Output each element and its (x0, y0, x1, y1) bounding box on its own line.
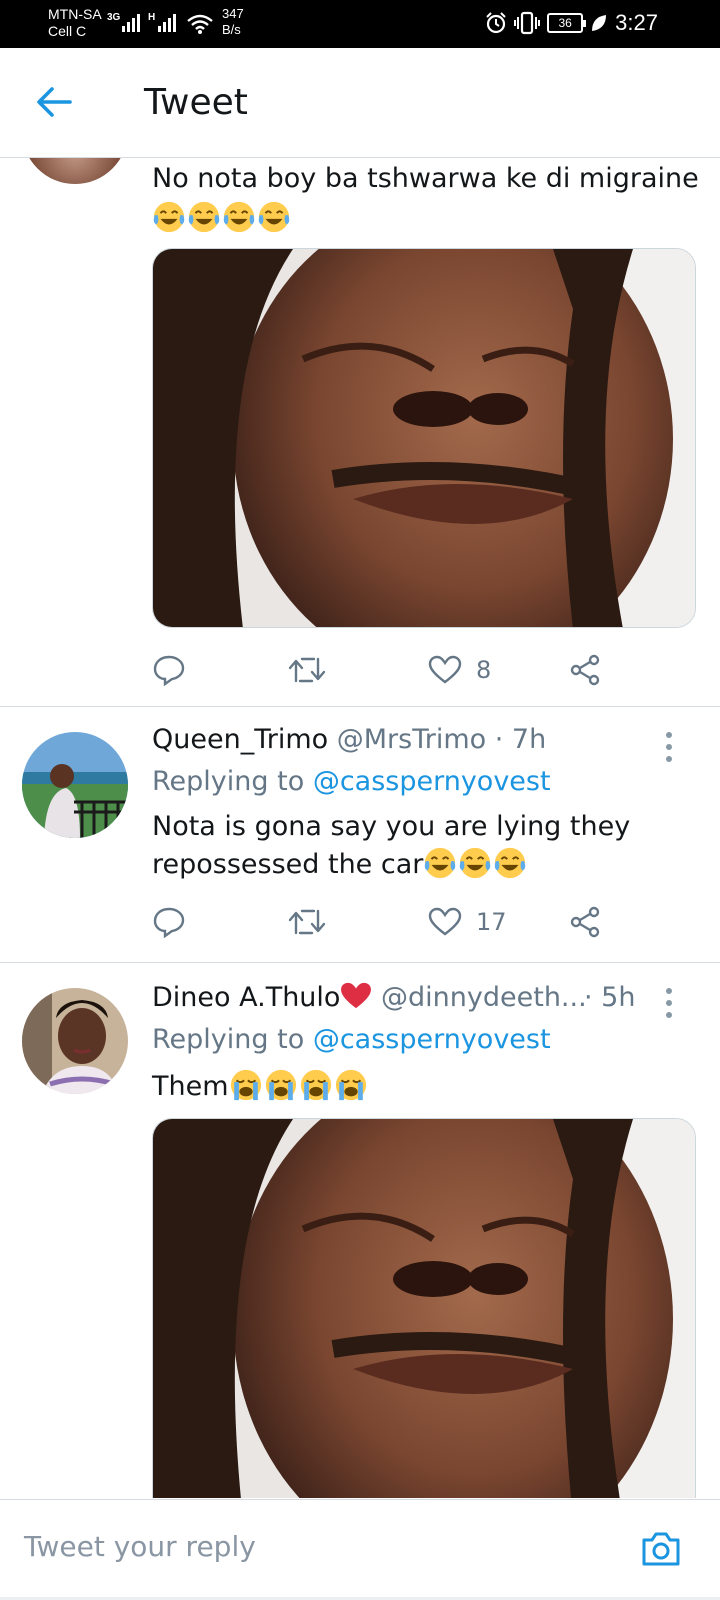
carrier-1: MTN-SA (48, 6, 102, 22)
share-button[interactable] (568, 902, 602, 942)
share-icon (570, 906, 600, 938)
emoji-row (152, 200, 292, 238)
replying-to: Replying to @casspernyovest (152, 766, 551, 797)
network-speed: 347 B/s (222, 6, 244, 37)
more-options-icon[interactable] (666, 988, 674, 1024)
loudly-crying-face-icon (265, 1069, 296, 1101)
signal-icon-2 (158, 14, 176, 32)
carrier-labels: MTN-SA Cell C (48, 6, 102, 40)
user-handle[interactable]: @dinnydeeth... (381, 982, 587, 1013)
like-button[interactable]: 17 (428, 902, 507, 942)
heart-icon (428, 907, 462, 936)
retweet-button[interactable] (288, 650, 326, 690)
reply-icon (153, 907, 185, 938)
red-heart-icon (341, 982, 372, 1009)
tweet-actions: 8 (152, 650, 632, 690)
retweet-icon (288, 909, 326, 935)
battery-icon: 36 (547, 13, 587, 33)
tweet-header: Queen_Trimo @MrsTrimo · 7h (152, 724, 546, 755)
loudly-crying-face-icon (230, 1069, 261, 1101)
avatar[interactable] (22, 988, 128, 1094)
face-with-tears-of-joy-icon (188, 201, 220, 233)
more-options-icon[interactable] (666, 732, 674, 768)
divider (0, 706, 720, 707)
tweet-image[interactable] (152, 248, 696, 628)
mention-link[interactable]: @casspernyovest (313, 766, 551, 797)
face-with-tears-of-joy-icon (258, 201, 290, 233)
reply-button[interactable] (152, 902, 186, 942)
retweet-button[interactable] (288, 902, 326, 942)
wifi-icon (187, 14, 213, 34)
like-button[interactable]: 8 (428, 650, 491, 690)
vibrate-icon (514, 11, 541, 35)
face-with-tears-of-joy-icon (153, 201, 185, 233)
replies-feed[interactable]: No nota boy ba tshwarwa ke di migraine 8… (0, 158, 720, 1498)
alarm-icon (486, 12, 506, 34)
face-with-tears-of-joy-icon (460, 847, 491, 879)
tweet-time-wrap: · 5h (584, 982, 635, 1013)
like-count: 17 (476, 908, 507, 936)
divider (0, 962, 720, 963)
face-photo (153, 249, 695, 627)
tweet-text: Them (152, 1068, 369, 1106)
tweet-time: · 7h (494, 724, 547, 755)
loudly-crying-face-icon (300, 1069, 331, 1101)
tweet-time: · 5h (584, 982, 636, 1013)
user-handle[interactable]: @MrsTrimo (337, 724, 486, 755)
retweet-icon (288, 657, 326, 683)
display-name[interactable]: Queen_Trimo (152, 724, 328, 755)
network-type-1: 3G (107, 12, 121, 23)
tweet-actions: 17 (152, 902, 632, 942)
share-button[interactable] (568, 650, 602, 690)
tweet-image[interactable] (152, 1118, 696, 1498)
network-type-2: H (148, 12, 156, 23)
heart-icon (428, 655, 462, 684)
replying-to: Replying to @casspernyovest (152, 1024, 551, 1055)
leaf-icon (592, 15, 607, 31)
tweet-text: No nota boy ba tshwarwa ke di migraine (152, 163, 699, 194)
status-bar: MTN-SA Cell C 3G H 347 B/s 36 3:27 (0, 0, 720, 48)
tweet-header: Dineo A.Thulo @dinnydeeth... (152, 982, 587, 1013)
arrow-left-icon[interactable] (34, 84, 74, 120)
page-title: Tweet (144, 82, 248, 123)
reply-composer: Tweet your reply (0, 1499, 720, 1600)
loudly-crying-face-icon (335, 1069, 366, 1101)
camera-icon[interactable] (640, 1530, 682, 1568)
share-icon (570, 654, 600, 686)
app-bar: Tweet (0, 48, 720, 158)
display-name[interactable]: Dineo A.Thulo (152, 982, 340, 1013)
face-with-tears-of-joy-icon (425, 847, 456, 879)
avatar[interactable] (22, 732, 128, 838)
face-photo (153, 1119, 695, 1498)
reply-icon (153, 655, 185, 686)
signal-icon (122, 14, 140, 32)
like-count: 8 (476, 656, 492, 684)
mention-link[interactable]: @casspernyovest (313, 1024, 551, 1055)
status-right: 36 3:27 (485, 10, 658, 36)
reply-input[interactable]: Tweet your reply (24, 1530, 256, 1563)
avatar[interactable] (22, 158, 128, 184)
reply-button[interactable] (152, 650, 186, 690)
carrier-2: Cell C (48, 23, 87, 39)
tweet-text: Nota is gona say you are lying they repo… (152, 811, 631, 880)
clock: 3:27 (615, 10, 658, 35)
face-with-tears-of-joy-icon (223, 201, 255, 233)
face-with-tears-of-joy-icon (495, 847, 526, 879)
